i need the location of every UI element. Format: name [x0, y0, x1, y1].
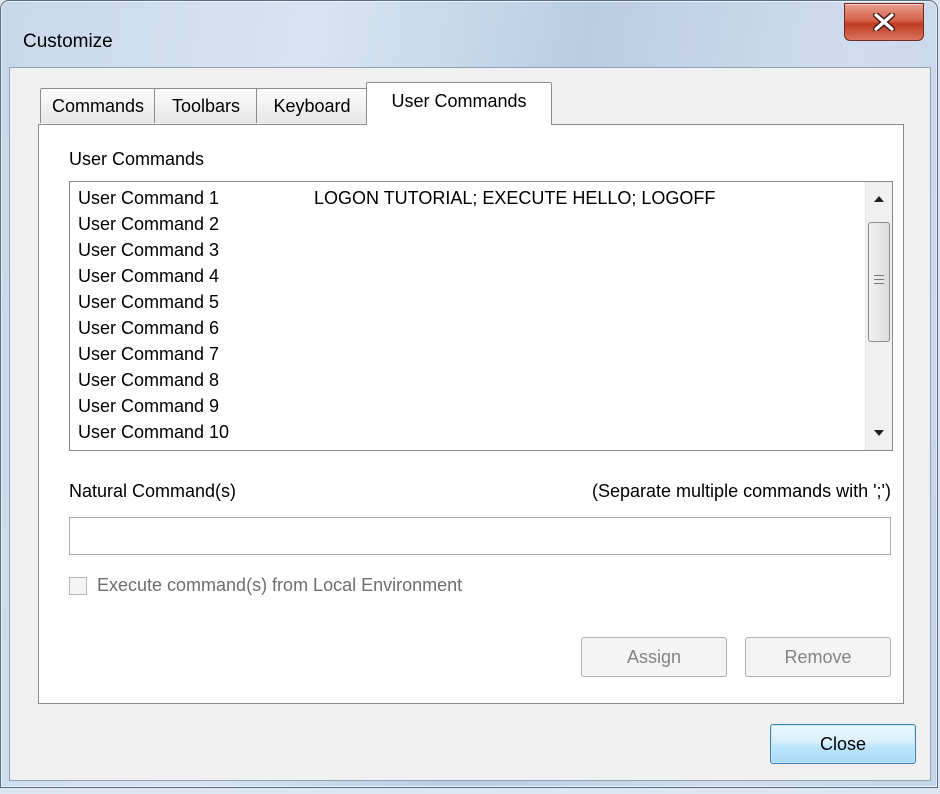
tab-user-commands[interactable]: User Commands — [366, 82, 552, 125]
remove-button[interactable]: Remove — [745, 637, 891, 677]
list-item[interactable]: User Command 2 — [78, 211, 219, 237]
scroll-up-button[interactable] — [866, 186, 892, 212]
tab-commands[interactable]: Commands — [40, 88, 156, 123]
list-item-name: User Command 2 — [78, 214, 220, 234]
user-commands-panel: User Commands User Command 1 LOGON TUTORI… — [38, 124, 904, 704]
list-item-name: User Command 6 — [78, 318, 220, 338]
list-item-name: User Command 1 — [78, 188, 220, 208]
scroll-down-arrow-icon — [874, 430, 884, 436]
user-commands-label: User Commands — [69, 149, 205, 169]
listbox-scrollbar[interactable] — [865, 182, 892, 450]
list-item-name: User Command 5 — [78, 292, 220, 312]
scrollbar-thumb[interactable] — [868, 222, 890, 342]
scroll-down-button[interactable] — [866, 420, 892, 446]
list-item[interactable]: User Command 5 — [78, 289, 219, 315]
dialog-client-area: Commands Toolbars Keyboard User Commands… — [9, 67, 931, 781]
title-bar: Customize — [1, 1, 937, 67]
separator-hint: (Separate multiple commands with ';') — [592, 481, 891, 501]
list-item[interactable]: User Command 7 — [78, 341, 219, 367]
listbox-items: User Command 1 LOGON TUTORIAL; EXECUTE HE… — [70, 182, 864, 450]
list-item[interactable]: User Command 3 — [78, 237, 219, 263]
local-environment-checkbox[interactable] — [69, 576, 87, 595]
list-item-name: User Command 9 — [78, 396, 220, 416]
list-item-command: LOGON TUTORIAL; EXECUTE HELLO; LOGOFF — [314, 188, 716, 208]
tab-keyboard[interactable]: Keyboard — [256, 88, 368, 123]
local-environment-checkbox-label: Execute command(s) from Local Environmen… — [97, 575, 463, 595]
list-item-name: User Command 10 — [78, 422, 230, 442]
list-item-name: User Command 7 — [78, 344, 220, 364]
list-item[interactable]: User Command 4 — [78, 263, 219, 289]
list-item[interactable]: User Command 11 — [78, 445, 228, 450]
list-item[interactable]: User Command 6 — [78, 315, 219, 341]
natural-commands-label: Natural Command(s) — [69, 481, 237, 501]
list-item-name: User Command 4 — [78, 266, 220, 286]
window-close-button[interactable] — [844, 3, 924, 41]
thumb-grip-icon — [874, 275, 884, 287]
assign-button[interactable]: Assign — [581, 637, 727, 677]
list-item-name: User Command 11 — [78, 448, 228, 450]
natural-commands-input[interactable] — [69, 517, 891, 555]
list-item[interactable]: User Command 10 — [78, 419, 229, 445]
list-item-name: User Command 8 — [78, 370, 220, 390]
close-button[interactable]: Close — [770, 724, 916, 764]
list-item[interactable]: User Command 8 — [78, 367, 219, 393]
tab-toolbars[interactable]: Toolbars — [154, 88, 258, 123]
local-environment-option: Execute command(s) from Local Environmen… — [69, 575, 462, 596]
list-item[interactable]: User Command 1 LOGON TUTORIAL; EXECUTE HE… — [78, 185, 715, 211]
window-title: Customize — [23, 31, 113, 52]
customize-dialog: Customize Commands Toolbars Keyboard Use… — [0, 0, 938, 788]
user-commands-listbox[interactable]: User Command 1 LOGON TUTORIAL; EXECUTE HE… — [69, 181, 893, 451]
list-item[interactable]: User Command 9 — [78, 393, 219, 419]
scroll-up-arrow-icon — [874, 196, 884, 202]
close-icon — [873, 13, 895, 31]
list-item-name: User Command 3 — [78, 240, 220, 260]
